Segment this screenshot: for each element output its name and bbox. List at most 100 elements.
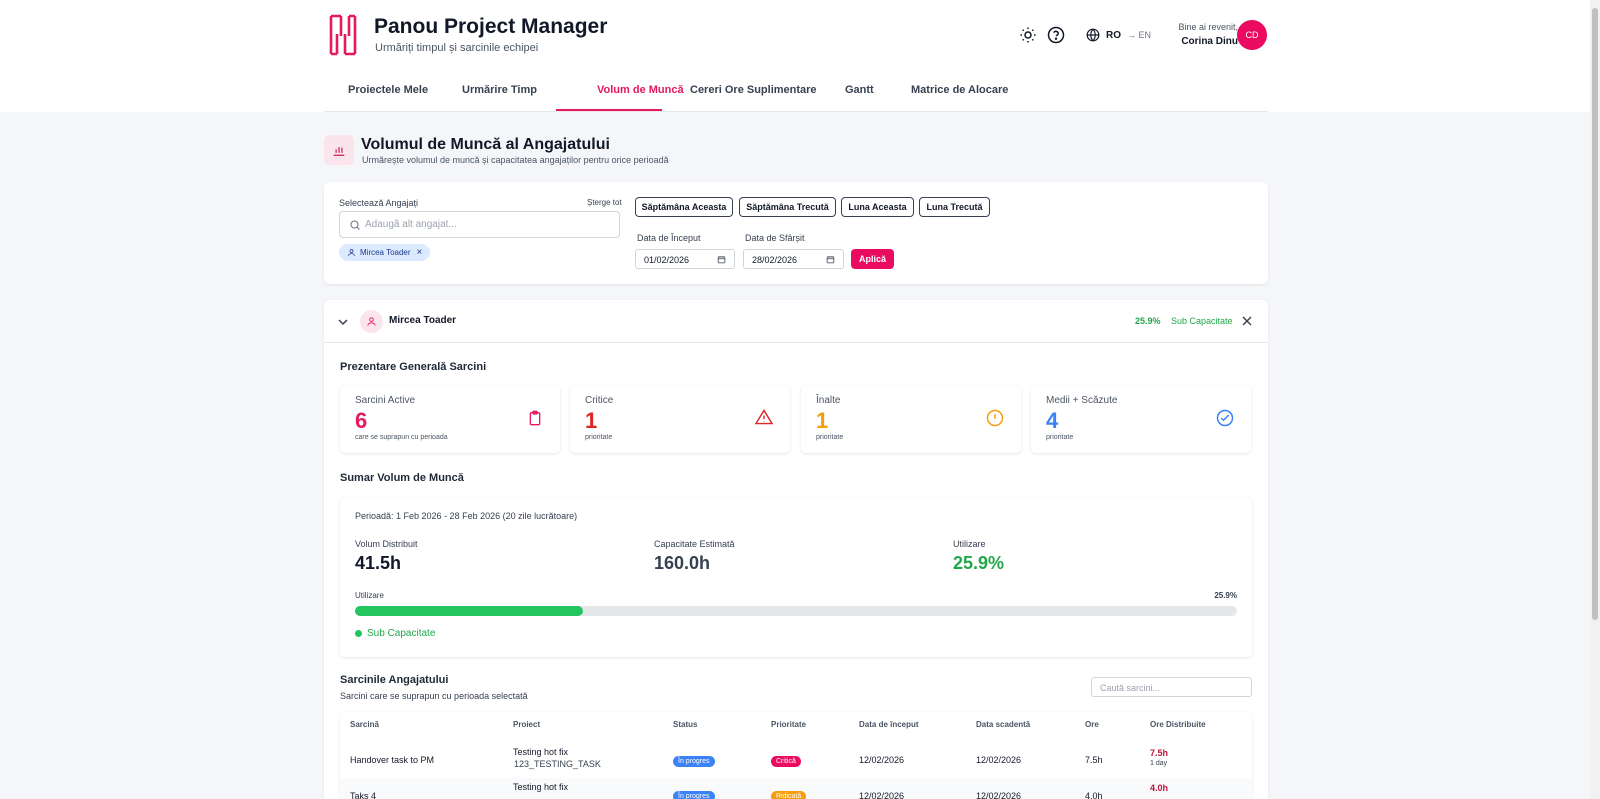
- utilization-bar-label: Utilizare: [355, 591, 384, 600]
- col-priority[interactable]: Prioritate: [771, 720, 806, 729]
- search-icon: [350, 220, 360, 230]
- start-date-value: 01/02/2026: [644, 255, 690, 265]
- user-icon: [367, 317, 376, 326]
- distributed-value: 41.5h: [355, 553, 402, 573]
- help-icon[interactable]: [1047, 26, 1065, 44]
- check-circle-icon: [1216, 409, 1234, 427]
- stat-sub: prioritate: [585, 434, 613, 441]
- workload-summary-card: Perioadă: 1 Feb 2026 - 28 Feb 2026 (20 z…: [340, 497, 1252, 657]
- scrollbar-thumb[interactable]: [1592, 8, 1598, 620]
- period-last-week-button[interactable]: Săptămâna Trecută: [739, 197, 836, 217]
- stat-title: Sarcini Active: [355, 395, 416, 406]
- priority-badge: Ridicată: [771, 791, 807, 799]
- employee-search-placeholder: Adaugă alt angajat...: [365, 219, 457, 230]
- cell-hours: 7.5h: [1085, 755, 1103, 765]
- period-this-month-button[interactable]: Luna Aceasta: [841, 197, 914, 217]
- period-last-month-button[interactable]: Luna Trecută: [919, 197, 990, 217]
- table-row[interactable]: Handover task to PM Testing hot fix 123_…: [340, 738, 1252, 778]
- employee-card-header[interactable]: Mircea Toader 25.9% Sub Capacitate: [324, 300, 1268, 343]
- capacity-label: Capacitate Estimată: [654, 539, 735, 549]
- overview-title: Prezentare Generală Sarcini: [340, 361, 487, 373]
- tab-time-tracking[interactable]: Urmărire Timp: [462, 84, 537, 96]
- employee-search-input[interactable]: Adaugă alt angajat...: [339, 211, 620, 238]
- close-icon[interactable]: [1242, 316, 1252, 326]
- calendar-icon: [717, 256, 726, 264]
- distributed-label: Volum Distribuit: [355, 539, 418, 549]
- col-status[interactable]: Status: [673, 720, 697, 729]
- tasks-title: Sarcinile Angajatului: [340, 674, 449, 686]
- stat-sub: care se suprapun cu perioada: [355, 434, 448, 441]
- chevron-down-icon[interactable]: [338, 318, 348, 326]
- end-date-input[interactable]: 28/02/2026: [743, 249, 844, 269]
- col-start-date[interactable]: Data de început: [859, 720, 919, 729]
- tab-allocation-matrix[interactable]: Matrice de Alocare: [911, 84, 1008, 96]
- period-this-week-button[interactable]: Săptămâna Aceasta: [635, 197, 733, 217]
- theme-sun-icon[interactable]: [1019, 26, 1037, 44]
- utilization-label: Utilizare: [953, 539, 986, 549]
- capacity-status-label: Sub Capacitate: [367, 628, 436, 639]
- stat-sub: prioritate: [816, 434, 844, 441]
- task-search-input[interactable]: Caută sarcini...: [1091, 677, 1252, 697]
- language-switcher[interactable]: RO → EN: [1086, 28, 1151, 42]
- end-date-value: 28/02/2026: [752, 255, 798, 265]
- cell-start-date: 12/02/2026: [859, 755, 905, 765]
- bar-chart-icon: [333, 147, 345, 156]
- stat-active-tasks: Sarcini Active 6 care se suprapun cu per…: [340, 385, 560, 453]
- utilization-bar: [355, 606, 1237, 616]
- clipboard-icon: [529, 410, 541, 426]
- tab-overtime-requests[interactable]: Cereri Ore Suplimentare: [690, 84, 817, 96]
- tasks-table: Sarcină Proiect Status Prioritate Data d…: [340, 712, 1252, 799]
- col-distributed-hours[interactable]: Ore Distribuite: [1150, 720, 1206, 729]
- cell-task: Taks 4: [350, 791, 377, 799]
- utilization-bar-fill: [355, 606, 584, 616]
- tab-my-projects[interactable]: Proiectele Mele: [348, 84, 428, 96]
- capacity-value: 160.0h: [654, 553, 711, 573]
- summary-title: Sumar Volum de Muncă: [340, 472, 464, 484]
- cell-due-date: 12/02/2026: [976, 755, 1022, 765]
- stat-sub: prioritate: [1046, 434, 1074, 441]
- chip-remove-icon[interactable]: ×: [417, 247, 423, 258]
- employee-avatar: [360, 310, 383, 333]
- calendar-icon: [826, 256, 835, 264]
- globe-icon: [1086, 28, 1100, 42]
- task-search-placeholder: Caută sarcini...: [1100, 683, 1161, 693]
- active-tab-indicator: [556, 109, 662, 111]
- status-dot: [355, 630, 362, 637]
- status-badge: În progres: [673, 791, 715, 799]
- utilization-bar-percent: 25.9%: [1214, 591, 1237, 600]
- col-project[interactable]: Proiect: [513, 720, 540, 729]
- apply-button[interactable]: Aplică: [851, 249, 894, 269]
- cell-hours: 4.0h: [1085, 791, 1103, 799]
- selected-employee-chip: Mircea Toader ×: [339, 244, 431, 261]
- tab-gantt[interactable]: Gantt: [845, 84, 874, 96]
- stat-title: Medii + Scăzute: [1046, 395, 1118, 406]
- stat-value: 1: [585, 408, 598, 433]
- warning-triangle-icon: [755, 409, 773, 425]
- cell-project: Testing hot fix: [513, 782, 569, 792]
- cell-start-date: 12/02/2026: [859, 791, 905, 799]
- cell-task: Handover task to PM: [350, 755, 435, 765]
- clear-all-link[interactable]: Șterge tot: [587, 198, 622, 207]
- page-subtitle: Urmărește volumul de muncă și capacitate…: [362, 155, 669, 165]
- cell-project: Testing hot fix: [513, 747, 569, 757]
- utilization-value: 25.9%: [953, 553, 1005, 573]
- col-hours[interactable]: Ore: [1085, 720, 1099, 729]
- page-scrollbar[interactable]: [1590, 0, 1600, 799]
- lang-other: → EN: [1127, 30, 1152, 40]
- cell-distributed: 7.5h: [1150, 748, 1169, 758]
- app-subtitle: Urmăriți timpul și sarcinile echipei: [375, 42, 539, 54]
- app-logo-icon: [329, 14, 357, 56]
- end-date-label: Data de Sfârșit: [745, 233, 805, 243]
- chip-label: Mircea Toader: [360, 248, 411, 257]
- stat-title: Critice: [585, 395, 614, 406]
- user-icon: [348, 249, 355, 256]
- col-task[interactable]: Sarcină: [350, 720, 379, 729]
- welcome-text: Bine ai revenit,: [1178, 22, 1238, 32]
- user-avatar[interactable]: CD: [1237, 20, 1267, 50]
- start-date-input[interactable]: 01/02/2026: [635, 249, 735, 269]
- table-row[interactable]: Taks 4 Testing hot fix În progres Ridica…: [340, 778, 1252, 799]
- tab-workload[interactable]: Volum de Muncă: [597, 84, 684, 96]
- col-due-date[interactable]: Data scadentă: [976, 720, 1030, 729]
- cell-distributed: 4.0h: [1150, 783, 1169, 793]
- stat-critical: Critice 1 prioritate: [570, 385, 790, 453]
